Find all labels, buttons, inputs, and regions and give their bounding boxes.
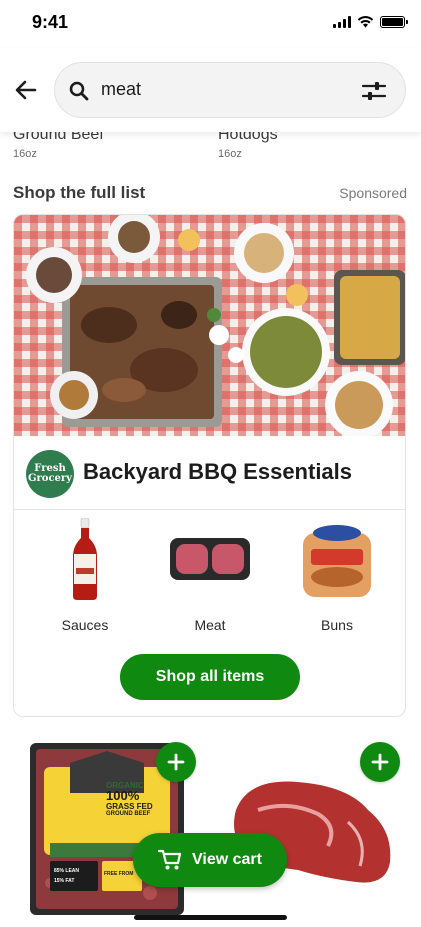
battery-icon bbox=[380, 15, 408, 28]
filter-sliders-icon bbox=[361, 82, 387, 100]
promo-title: Backyard BBQ Essentials bbox=[83, 459, 353, 484]
category-label: Buns bbox=[321, 617, 353, 633]
previous-result-size: 16oz bbox=[218, 148, 242, 160]
search-field[interactable]: meat bbox=[54, 62, 406, 118]
package-line: GRASS FED bbox=[106, 802, 153, 811]
plus-icon bbox=[371, 753, 389, 771]
package-line: 100% bbox=[106, 788, 140, 803]
package-fat: 15% FAT bbox=[54, 878, 75, 884]
buns-package-image bbox=[282, 515, 392, 603]
plus-icon bbox=[167, 753, 185, 771]
back-button[interactable] bbox=[12, 76, 40, 104]
category-buns[interactable]: Buns bbox=[282, 515, 392, 633]
status-icons bbox=[333, 15, 408, 28]
search-icon bbox=[69, 81, 89, 101]
bbq-hero-image bbox=[14, 215, 405, 436]
cellular-signal-icon bbox=[333, 15, 351, 28]
brand-row: Fresh Grocery Backyard BBQ Essentials bbox=[14, 436, 405, 510]
category-row: Sauces Meat Buns bbox=[14, 515, 405, 635]
shop-all-items-button[interactable]: Shop all items bbox=[120, 654, 300, 700]
logo-line: Grocery bbox=[27, 473, 72, 484]
fresh-grocery-logo: Fresh Grocery bbox=[26, 450, 74, 498]
category-label: Meat bbox=[194, 617, 226, 633]
package-brand: SUNFED bbox=[60, 793, 93, 802]
sponsored-label: Sponsored bbox=[339, 185, 407, 201]
previous-result-size: 16oz bbox=[13, 148, 37, 160]
sauce-bottle-image bbox=[30, 515, 140, 603]
search-header: meat bbox=[0, 48, 421, 132]
cart-icon bbox=[158, 849, 182, 870]
home-indicator[interactable] bbox=[134, 915, 287, 920]
view-cart-label: View cart bbox=[192, 851, 262, 868]
filter-button[interactable] bbox=[361, 79, 387, 103]
category-meat[interactable]: Meat bbox=[155, 515, 265, 633]
add-to-cart-button[interactable] bbox=[156, 742, 196, 782]
status-time: 9:41 bbox=[32, 12, 69, 32]
meat-package-image bbox=[155, 515, 265, 603]
package-free-from: FREE FROM bbox=[104, 871, 134, 877]
category-label: Sauces bbox=[61, 617, 109, 633]
search-input[interactable]: meat bbox=[101, 79, 141, 100]
wifi-icon bbox=[357, 16, 374, 28]
package-lean: 85% LEAN bbox=[54, 868, 80, 874]
category-sauces[interactable]: Sauces bbox=[30, 515, 140, 633]
section-title: Shop the full list bbox=[13, 183, 146, 202]
add-to-cart-button[interactable] bbox=[360, 742, 400, 782]
back-arrow-icon bbox=[15, 80, 37, 100]
package-line: GROUND BEEF bbox=[106, 811, 151, 817]
view-cart-button[interactable]: View cart bbox=[133, 833, 287, 887]
promo-card[interactable]: Fresh Grocery Backyard BBQ Essentials Sa… bbox=[13, 214, 406, 717]
status-bar: 9:41 bbox=[0, 0, 421, 48]
